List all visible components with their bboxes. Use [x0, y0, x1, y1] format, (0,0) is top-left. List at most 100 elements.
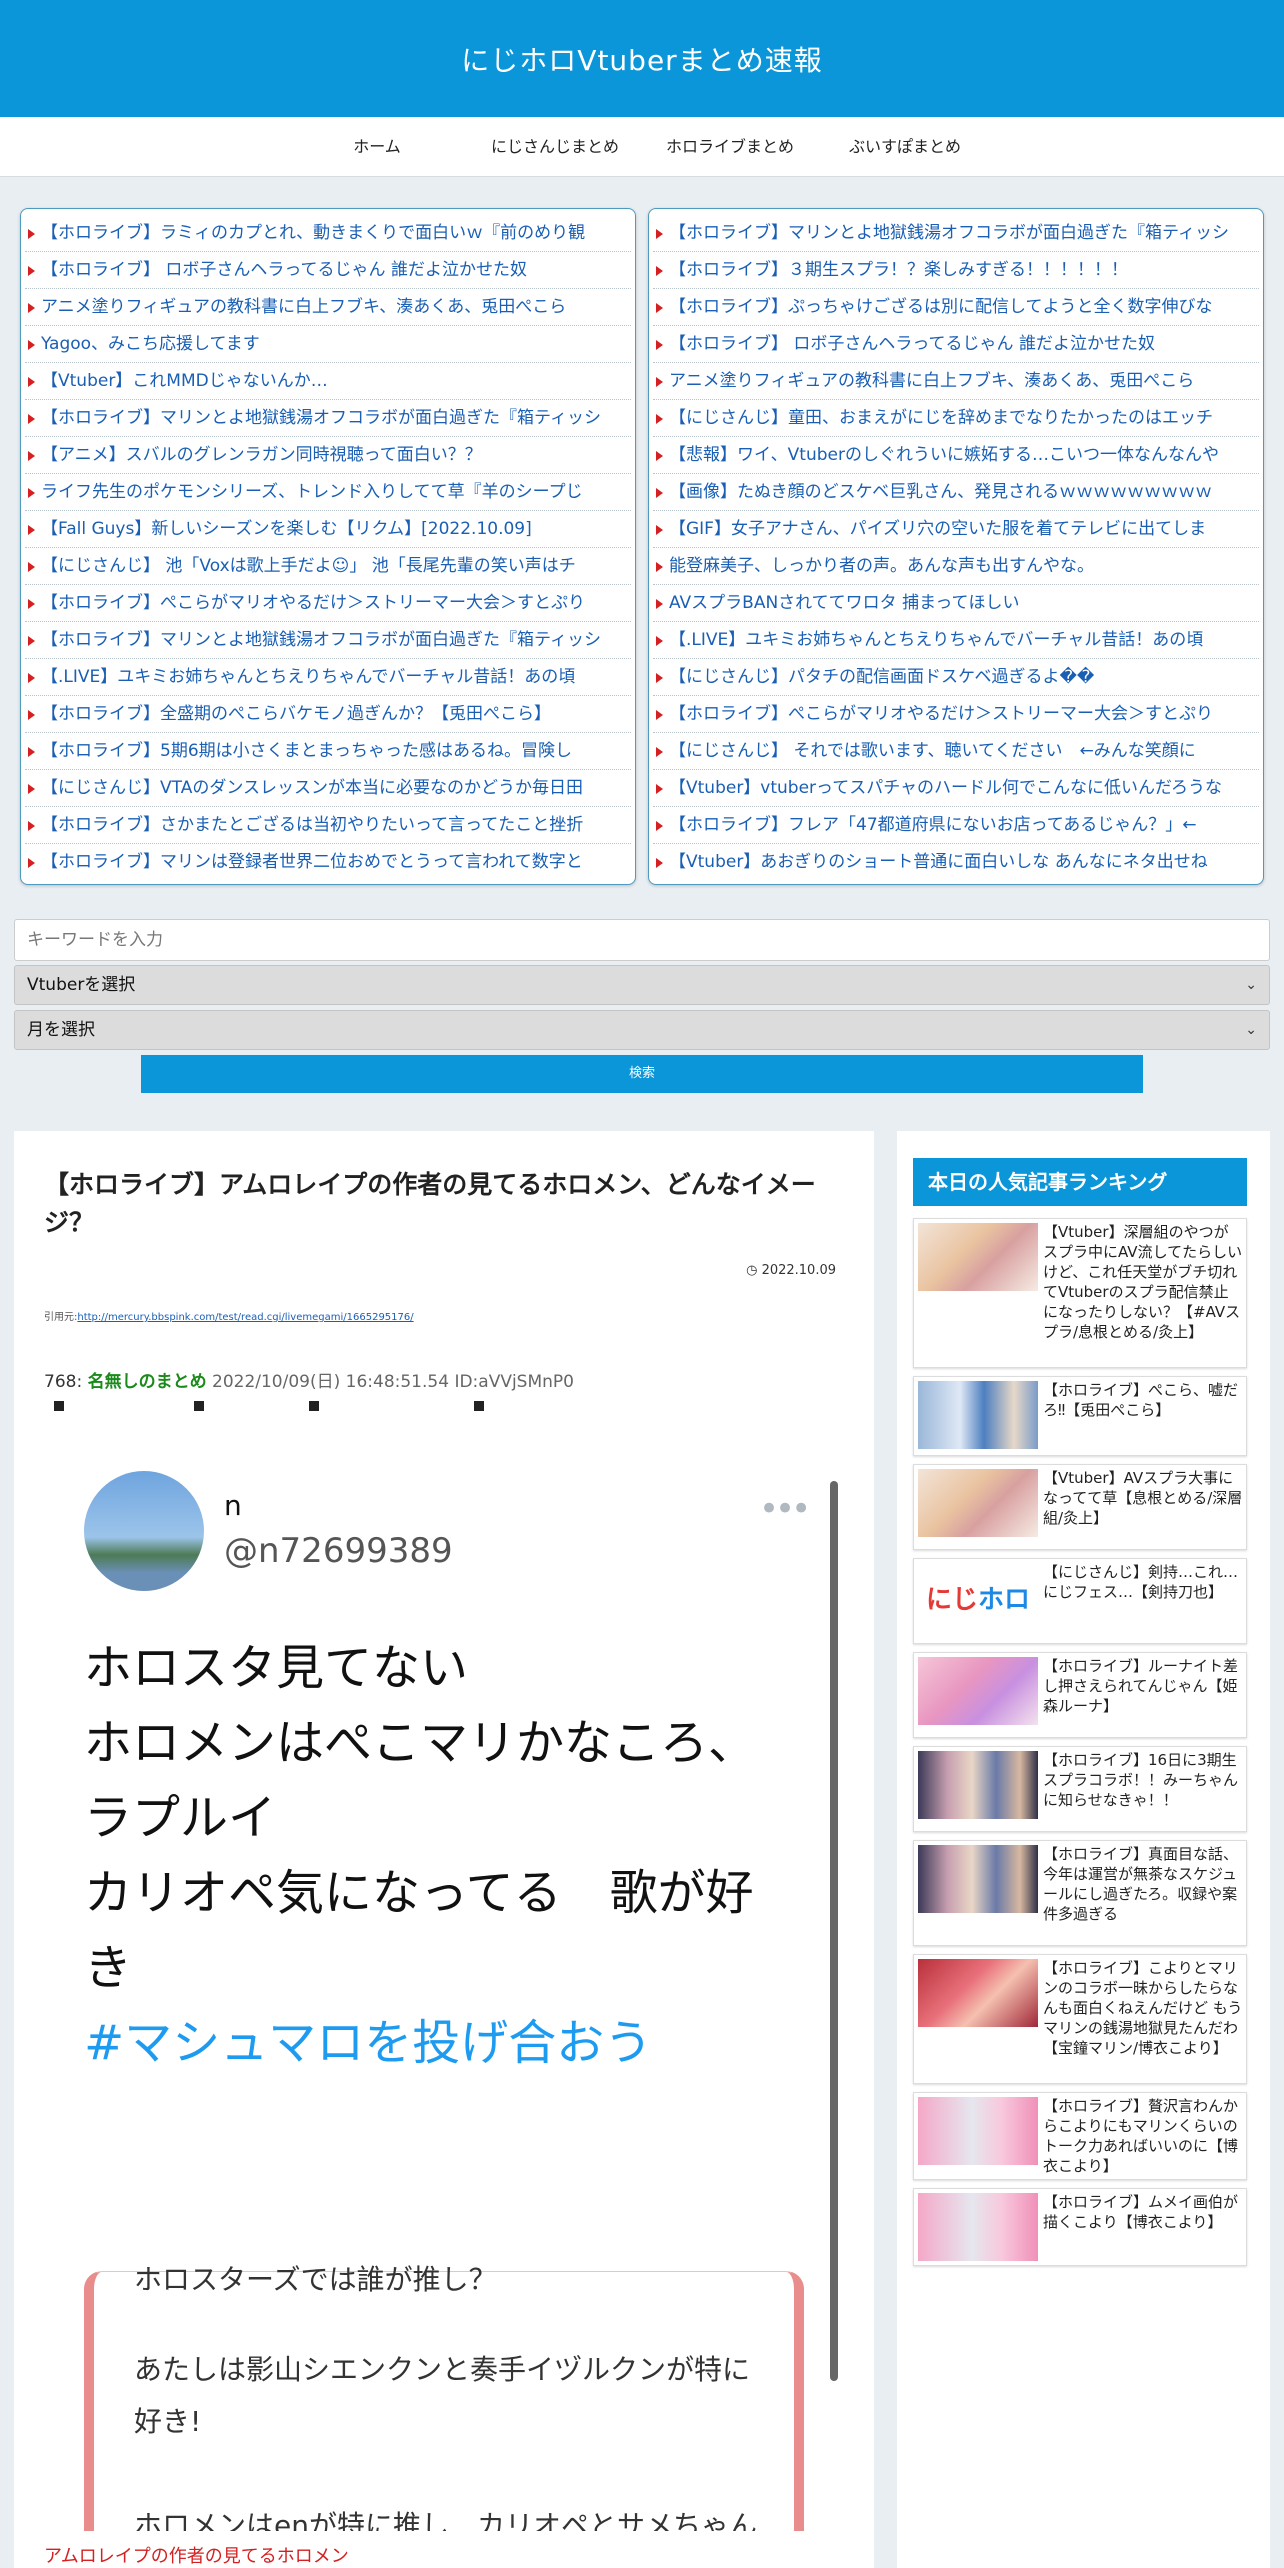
marshmallow-card: ホロスターズでは誰が推し？ あたしは影山シエンクンと奏手イヅルクンが特に好き! … — [84, 2263, 804, 2531]
feed-link[interactable]: 【ホロライブ】ぺこらがマリオやるだけ＞ストリーマー大会＞すとぷり — [653, 696, 1259, 733]
feed-link[interactable]: 【画像】たぬき顔のどスケベ巨乳さん、発見されるｗｗｗｗｗｗｗｗｗ — [653, 474, 1259, 511]
keyword-search-input[interactable] — [14, 919, 1270, 961]
feed-link[interactable]: 【ホロライブ】 ロボ子さんヘラってるじゃん 誰だよ泣かせた奴 — [653, 326, 1259, 363]
ranking-item[interactable]: 【ホロライブ】真面目な話、今年は運営が無茶なスケジュールにし過ぎたろ。収録や案件… — [913, 1840, 1247, 1946]
feed-link[interactable]: 【アニメ】スバルのグレンラガン同時視聴って面白い？？ — [25, 437, 631, 474]
ranking-item-title: 【ホロライブ】ムメイ画伯が描くこより【博衣こより】 — [1043, 2193, 1239, 2231]
feed-link[interactable]: 【ホロライブ】5期6期は小さくまとまっちゃった感はあるね。冒険し — [25, 733, 631, 770]
month-select-value: 月を選択 — [27, 1020, 95, 1040]
vtuber-select[interactable]: Vtuberを選択 ⌄ — [14, 965, 1270, 1005]
ranking-item-title: 【ホロライブ】真面目な話、今年は運営が無茶なスケジュールにし過ぎたろ。収録や案件… — [1043, 1845, 1239, 1923]
feed-link[interactable]: 【ホロライブ】マリンとよ地獄銭湯オフコラボが面白過ぎた『箱ティッシ — [653, 215, 1259, 252]
ranking-item[interactable]: 【ホロライブ】こよりとマリンのコラボ一昧からしたらなんも面白くねえんだけど もう… — [913, 1954, 1247, 2084]
more-options-icon: ••• — [759, 1489, 811, 1529]
tweet-line: カリオペ気になってる 歌が好 — [84, 1865, 754, 1921]
antenna-feed-left: 【ホロライブ】ラミィのカプとれ、動きまくりで面白いｗ『前のめり観 【ホロライブ】… — [20, 208, 636, 885]
feed-link[interactable]: 【ホロライブ】ぷっちゃけござるは別に配信してようと全く数字伸びな — [653, 289, 1259, 326]
tweet-display-name: n — [224, 1489, 242, 1522]
nav-item-home[interactable]: ホーム — [277, 117, 477, 177]
feed-link[interactable]: 【.LIVE】ユキミお姉ちゃんとちえりちゃんでバーチャル昔話！あの頃 — [25, 659, 631, 696]
ranking-thumbnail — [918, 1751, 1038, 1819]
feed-link[interactable]: 【.LIVE】ユキミお姉ちゃんとちえりちゃんでバーチャル昔話！あの頃 — [653, 622, 1259, 659]
ranking-item-title: 【ホロライブ】贅沢言わんからこよりにもマリンくらいのトーク力あればいいのに【博衣… — [1043, 2097, 1239, 2175]
tweet-line: ホロメンはぺこマリかなころ、 — [84, 1715, 757, 1771]
feed-link[interactable]: 【Vtuber】これMMDじゃないんか… — [25, 363, 631, 400]
logo-text-holo: ホロ — [978, 1584, 1031, 1615]
search-button[interactable]: 検索 — [141, 1055, 1143, 1093]
feed-link[interactable]: 【にじさんじ】童田、おまえがにじを辞めまでなりたかったのはエッチ — [653, 400, 1259, 437]
ranking-item-title: 【Vtuber】深層組のやつがスプラ中にAV流してたらしいけど、これ任天堂がブチ… — [1043, 1223, 1243, 1341]
feed-link[interactable]: 能登麻美子、しっかり者の声。あんな声も出すんやな。 — [653, 548, 1259, 585]
feed-link[interactable]: 【GIF】女子アナさん、パイズリ穴の空いた服を着てテレビに出てしま — [653, 511, 1259, 548]
tweet-screenshot-image: n @n72699389 ••• ホロスタ見てない ホロメンはぺこマリかなころ、… — [44, 1401, 844, 2531]
source-citation: 引用元:http://mercury.bbspink.com/test/read… — [44, 1308, 414, 1323]
sidebar: 本日の人気記事ランキング 【Vtuber】深層組のやつがスプラ中にAV流してたら… — [897, 1131, 1270, 2568]
tweet-handle: @n72699389 — [224, 1531, 453, 1571]
ranking-item[interactable]: 【ホロライブ】ルーナイト差し押さえられてんじゃん【姫森ルーナ】 — [913, 1652, 1247, 1738]
ranking-thumbnail — [918, 1223, 1038, 1291]
feed-link[interactable]: 【にじさんじ】VTAのダンスレッスンが本当に必要なのかどうか毎日田 — [25, 770, 631, 807]
feed-link[interactable]: 【にじさんじ】 それでは歌います、聴いてください ←みんな笑顔に — [653, 733, 1259, 770]
clock-icon: ◷ — [746, 1263, 758, 1278]
feed-link[interactable]: アニメ塗りフィギュアの教科書に白上フブキ、湊あくあ、兎田ぺこら — [653, 363, 1259, 400]
tweet-line: ホロスタ見てない — [84, 1640, 469, 1696]
feed-link[interactable]: AVスプラBANされててワロタ 捕まってほしい — [653, 585, 1259, 622]
feed-link[interactable]: 【ホロライブ】ラミィのカプとれ、動きまくりで面白いｗ『前のめり観 — [25, 215, 631, 252]
feed-link[interactable]: 【悲報】ワイ、Vtuberのしぐれういに嫉妬する…こいつ一体なんなんや — [653, 437, 1259, 474]
ranking-item-title: 【ホロライブ】こよりとマリンのコラボ一昧からしたらなんも面白くねえんだけど もう… — [1043, 1959, 1243, 2057]
feed-link[interactable]: Yagoo、みこち応援してます — [25, 326, 631, 363]
ranking-item[interactable]: 【ホロライブ】ムメイ画伯が描くこより【博衣こより】 — [913, 2188, 1247, 2266]
post-meta: 2022/10/09(日) 16:48:51.54 ID:aVVjSMnP0 — [212, 1372, 574, 1392]
feed-link[interactable]: 【ホロライブ】マリンとよ地獄銭湯オフコラボが面白過ぎた『箱ティッシ — [25, 400, 631, 437]
chevron-down-icon: ⌄ — [1245, 977, 1257, 993]
feed-link[interactable]: 【にじさんじ】パタチの配信画面ドスケベ過ぎるよ�� — [653, 659, 1259, 696]
source-link[interactable]: http://mercury.bbspink.com/test/read.cgi… — [77, 1312, 413, 1323]
feed-link[interactable]: 【ホロライブ】さかまたとござるは当初やりたいって言ってたこと挫折 — [25, 807, 631, 844]
feed-link[interactable]: 【Vtuber】vtuberってスパチャのハードル何でこんなに低いんだろうな — [653, 770, 1259, 807]
feed-link[interactable]: 【ホロライブ】ぺこらがマリオやるだけ＞ストリーマー大会＞すとぷり — [25, 585, 631, 622]
feed-link[interactable]: 【ホロライブ】マリンとよ地獄銭湯オフコラボが面白過ぎた『箱ティッシ — [25, 622, 631, 659]
ranking-thumbnail — [918, 1657, 1038, 1725]
feed-link[interactable]: 【ホロライブ】３期生スプラ！？楽しみすぎる！！！！！！ — [653, 252, 1259, 289]
card-paragraph: ホロメンはenが特に推し カリオペとサメちゃんかなー — [134, 2509, 757, 2531]
feed-link[interactable]: アニメ塗りフィギュアの教科書に白上フブキ、湊あくあ、兎田ぺこら — [25, 289, 631, 326]
ranking-item-title: 【にじさんじ】剣持…これ…にじフェス…【剣持刀也】 — [1043, 1563, 1239, 1601]
feed-link[interactable]: 【Fall Guys】新しいシーズンを楽しむ【リクム】[2022.10.09] — [25, 511, 631, 548]
cropped-text-edge — [44, 1401, 844, 1419]
tweet-hashtag: #マシュマロを投げ合おう — [84, 2015, 653, 2071]
feed-link[interactable]: 【ホロライブ】マリンは登録者世界二位おめでとうって言われて数字と — [25, 844, 631, 881]
ranking-item-title: 【Vtuber】AVスプラ大事になってて草【息根とめる/深層組/灸上】 — [1043, 1469, 1243, 1527]
ranking-item[interactable]: 【ホロライブ】16日に3期生スプラコラボ！！みーちゃんに知らせなきゃ！！ — [913, 1746, 1247, 1832]
nav-item-vspo[interactable]: ぶいすぽまとめ — [805, 117, 1005, 177]
nav-item-hololive[interactable]: ホロライブまとめ — [630, 117, 830, 177]
nijiholo-logo: にじ ホロ — [918, 1563, 1038, 1631]
feed-link[interactable]: 【ホロライブ】フレア「47都道府県にないお店ってあるじゃん？」← — [653, 807, 1259, 844]
ranking-item[interactable]: 【ホロライブ】贅沢言わんからこよりにもマリンくらいのトーク力あればいいのに【博衣… — [913, 2092, 1247, 2180]
feed-link[interactable]: 【ホロライブ】全盛期のぺこらバケモノ過ぎんか？【兎田ぺこら】 — [25, 696, 631, 733]
feed-link[interactable]: 【にじさんじ】 池「Voxは歌上手だよ☺」 池「長尾先輩の笑い声はチ — [25, 548, 631, 585]
article-date-value: 2022.10.09 — [761, 1263, 836, 1278]
post-number: 768: — [44, 1372, 83, 1392]
ranking-thumbnail — [918, 1845, 1038, 1913]
card-paragraph: あたしは影山シエンクンと奏手イヅルクンが特に好き! — [134, 2353, 751, 2438]
nav-item-nijisanji[interactable]: にじさんじまとめ — [455, 117, 655, 177]
post-author: 名無しのまとめ — [87, 1372, 207, 1392]
month-select[interactable]: 月を選択 ⌄ — [14, 1010, 1270, 1050]
ranking-thumbnail — [918, 1469, 1038, 1537]
tweet-line: ラプルイ — [84, 1790, 277, 1846]
ranking-item[interactable]: 【Vtuber】AVスプラ大事になってて草【息根とめる/深層組/灸上】 — [913, 1464, 1247, 1550]
ranking-item-title: 【ホロライブ】16日に3期生スプラコラボ！！みーちゃんに知らせなきゃ！！ — [1043, 1751, 1239, 1809]
ranking-item-title: 【ホロライブ】ぺこら、嘘だろ‼【兎田ぺこら】 — [1043, 1381, 1239, 1419]
site-title[interactable]: にじホロVtuberまとめ速報 — [461, 39, 822, 79]
antenna-feed-right: 【ホロライブ】マリンとよ地獄銭湯オフコラボが面白過ぎた『箱ティッシ 【ホロライブ… — [648, 208, 1264, 885]
article-main: 【ホロライブ】アムロレイプの作者の見てるホロメン、どんなイメージ？ ◷ 2022… — [14, 1131, 874, 2568]
feed-link[interactable]: ライフ先生のポケモンシリーズ、トレンド入りしてて草『羊のシープじ — [25, 474, 631, 511]
feed-link[interactable]: 【Vtuber】あおぎりのショート普通に面白いしな あんなにネタ出せね — [653, 844, 1259, 881]
source-label: 引用元: — [44, 1312, 78, 1323]
card-body: あたしは影山シエンクンと奏手イヅルクンが特に好き! ホロメンはenが特に推し カ… — [134, 2344, 774, 2531]
feed-link[interactable]: 【ホロライブ】 ロボ子さんヘラってるじゃん 誰だよ泣かせた奴 — [25, 252, 631, 289]
ranking-item[interactable]: 【Vtuber】深層組のやつがスプラ中にAV流してたらしいけど、これ任天堂がブチ… — [913, 1218, 1247, 1368]
chevron-down-icon: ⌄ — [1245, 1022, 1257, 1038]
ranking-item[interactable]: 【ホロライブ】ぺこら、嘘だろ‼【兎田ぺこら】 — [913, 1376, 1247, 1456]
ranking-item[interactable]: にじ ホロ 【にじさんじ】剣持…これ…にじフェス…【剣持刀也】 — [913, 1558, 1247, 1644]
